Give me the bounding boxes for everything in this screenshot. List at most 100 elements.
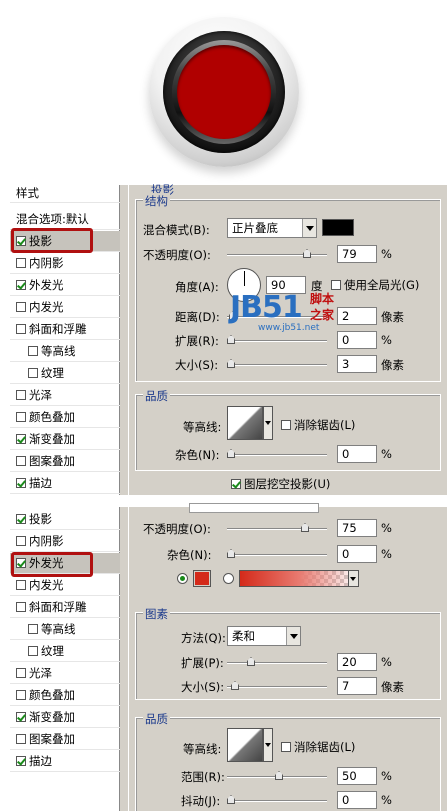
checkbox-icon[interactable] xyxy=(16,456,26,466)
noise-slider[interactable] xyxy=(227,449,327,458)
opacity-label: 不透明度(O): xyxy=(143,248,211,262)
noise-input[interactable]: 0 xyxy=(337,545,377,563)
shadow-color-swatch[interactable] xyxy=(322,219,354,236)
checkbox-icon[interactable] xyxy=(16,478,26,488)
global-light-checkbox[interactable]: 使用全局光(G) xyxy=(331,277,419,293)
checkbox-icon[interactable] xyxy=(16,602,26,612)
styles-header: 样式 xyxy=(10,185,120,203)
gradient-dropdown[interactable] xyxy=(348,570,359,587)
noise-slider[interactable] xyxy=(227,549,327,558)
spread-input[interactable]: 0 xyxy=(337,331,377,349)
contour-preview[interactable] xyxy=(227,728,263,762)
sidebar-item[interactable]: 描边 xyxy=(10,473,120,494)
sidebar-item[interactable]: 纹理 xyxy=(10,363,120,384)
spread-slider[interactable] xyxy=(227,657,327,666)
checkbox-icon[interactable] xyxy=(16,434,26,444)
sidebar-item-label: 等高线 xyxy=(41,622,76,636)
method-select[interactable]: 柔和 xyxy=(227,626,301,646)
blend-mode-select[interactable]: 正片叠底 xyxy=(227,218,317,238)
slider-thumb[interactable] xyxy=(227,549,235,558)
antialias-checkbox[interactable]: 消除锯齿(L) xyxy=(281,739,355,755)
sidebar-item[interactable]: 等高线 xyxy=(10,341,120,362)
checkbox-icon[interactable] xyxy=(16,514,26,524)
sidebar-item[interactable]: 纹理 xyxy=(10,641,120,662)
checkbox-icon[interactable] xyxy=(16,302,26,312)
opacity-slider[interactable] xyxy=(227,249,327,258)
jitter-label: 抖动(J): xyxy=(181,794,221,808)
opacity-input[interactable]: 75 xyxy=(337,519,377,537)
sidebar-item[interactable]: 图案叠加 xyxy=(10,729,120,750)
percent-unit: % xyxy=(381,655,392,669)
checkbox-icon[interactable] xyxy=(16,756,26,766)
sidebar-item[interactable]: 图案叠加 xyxy=(10,451,120,472)
sidebar-item[interactable]: 内阴影 xyxy=(10,531,120,552)
range-input[interactable]: 50 xyxy=(337,767,377,785)
checkbox-icon[interactable] xyxy=(16,324,26,334)
pixel-unit: 像素 xyxy=(381,358,404,372)
sidebar-item[interactable]: 等高线 xyxy=(10,619,120,640)
glow-color-swatch[interactable] xyxy=(193,570,211,587)
spread-slider[interactable] xyxy=(227,335,327,344)
antialias-label: 消除锯齿(L) xyxy=(294,418,356,432)
gradient-swatch[interactable] xyxy=(239,570,359,587)
spread-input[interactable]: 20 xyxy=(337,653,377,671)
knockout-label: 图层挖空投影(U) xyxy=(244,477,331,491)
sidebar-item[interactable]: 斜面和浮雕 xyxy=(10,319,120,340)
checkbox-icon[interactable] xyxy=(16,536,26,546)
sidebar-item[interactable]: 外发光 xyxy=(10,275,120,296)
size-slider[interactable] xyxy=(227,681,327,690)
checkbox-icon[interactable] xyxy=(28,368,38,378)
checkbox-icon[interactable] xyxy=(16,712,26,722)
sidebar-item-label: 外发光 xyxy=(29,278,64,292)
sidebar-item[interactable]: 斜面和浮雕 xyxy=(10,597,120,618)
sidebar-item[interactable]: 渐变叠加 xyxy=(10,429,120,450)
checkbox-icon[interactable] xyxy=(16,412,26,422)
distance-input[interactable]: 2 xyxy=(337,307,377,325)
range-slider[interactable] xyxy=(227,771,327,780)
sidebar-item[interactable]: 渐变叠加 xyxy=(10,707,120,728)
checkbox-icon[interactable] xyxy=(16,280,26,290)
size-input[interactable]: 7 xyxy=(337,677,377,695)
sidebar-item[interactable]: 颜色叠加 xyxy=(10,685,120,706)
jitter-slider[interactable] xyxy=(227,795,327,804)
sidebar-item[interactable]: 内阴影 xyxy=(10,253,120,274)
gradient-radio[interactable] xyxy=(223,573,234,584)
checkbox-icon[interactable] xyxy=(28,346,38,356)
knockout-checkbox[interactable]: 图层挖空投影(U) xyxy=(231,476,330,492)
percent-unit: % xyxy=(381,333,392,347)
size-slider[interactable] xyxy=(227,359,327,368)
sidebar-item[interactable]: 投影 xyxy=(10,509,120,530)
checkbox-icon[interactable] xyxy=(16,390,26,400)
sidebar-item[interactable]: 内发光 xyxy=(10,575,120,596)
range-label: 范围(R): xyxy=(181,770,225,784)
checkbox-icon[interactable] xyxy=(16,734,26,744)
contour-preview[interactable] xyxy=(227,406,263,440)
checkbox-icon xyxy=(281,420,291,430)
checkbox-icon[interactable] xyxy=(16,668,26,678)
size-input[interactable]: 3 xyxy=(337,355,377,373)
button-red-face xyxy=(177,45,271,139)
checkbox-icon[interactable] xyxy=(16,580,26,590)
checkbox-icon[interactable] xyxy=(28,624,38,634)
noise-input[interactable]: 0 xyxy=(337,445,377,463)
antialias-checkbox[interactable]: 消除锯齿(L) xyxy=(281,417,355,433)
sidebar-item[interactable]: 光泽 xyxy=(10,663,120,684)
sidebar-item[interactable]: 光泽 xyxy=(10,385,120,406)
distance-label: 距离(D): xyxy=(175,310,220,324)
size-label: 大小(S): xyxy=(181,680,225,694)
opacity-slider[interactable] xyxy=(227,523,327,532)
sidebar-item[interactable]: 描边 xyxy=(10,751,120,772)
blend-options-item[interactable]: 混合选项:默认 xyxy=(10,209,120,230)
checkbox-icon[interactable] xyxy=(28,646,38,656)
contour-dropdown[interactable] xyxy=(263,406,273,440)
contour-dropdown[interactable] xyxy=(263,728,273,762)
sidebar-item[interactable]: 内发光 xyxy=(10,297,120,318)
sidebar-item[interactable]: 颜色叠加 xyxy=(10,407,120,428)
solid-color-radio[interactable] xyxy=(177,573,188,584)
opacity-input[interactable]: 79 xyxy=(337,245,377,263)
checkbox-icon[interactable] xyxy=(16,690,26,700)
jitter-input[interactable]: 0 xyxy=(337,791,377,809)
sidebar-item-label: 等高线 xyxy=(41,344,76,358)
checkbox-icon[interactable] xyxy=(16,258,26,268)
slider-thumb[interactable] xyxy=(301,523,309,532)
